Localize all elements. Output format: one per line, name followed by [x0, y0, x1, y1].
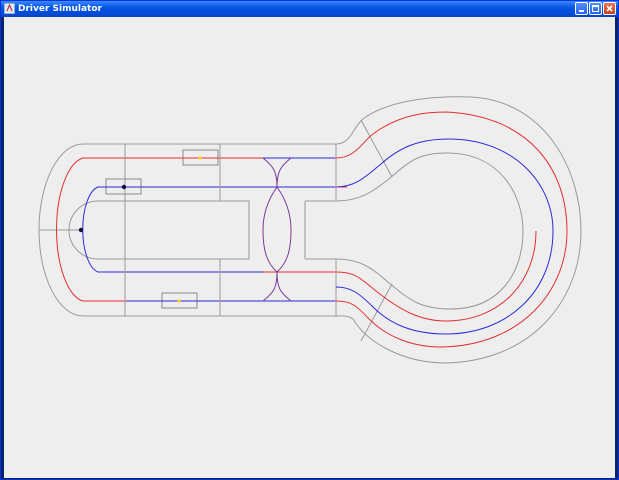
sensor-boxes [105, 149, 219, 309]
window-title: Driver Simulator [18, 4, 102, 14]
car-marker-1 [121, 184, 127, 190]
simulator-canvas-area[interactable] [4, 17, 615, 478]
lane-blue [82, 138, 554, 335]
app-window: Driver Simulator [0, 0, 619, 480]
car-marker-2 [78, 227, 84, 233]
crossover-switches [262, 157, 292, 302]
minimize-button[interactable] [575, 2, 588, 15]
maximize-icon [592, 5, 599, 12]
close-icon [606, 5, 613, 12]
maximize-button[interactable] [589, 2, 602, 15]
sensor-dot-bottom [177, 299, 181, 303]
title-bar[interactable]: Driver Simulator [1, 1, 618, 17]
track-outline [38, 96, 582, 364]
close-button[interactable] [603, 2, 616, 15]
minimize-icon [579, 10, 584, 12]
track-layout [38, 96, 582, 364]
lane-red [56, 111, 568, 348]
java-app-icon [4, 3, 15, 14]
sensor-dot-top [198, 156, 202, 160]
